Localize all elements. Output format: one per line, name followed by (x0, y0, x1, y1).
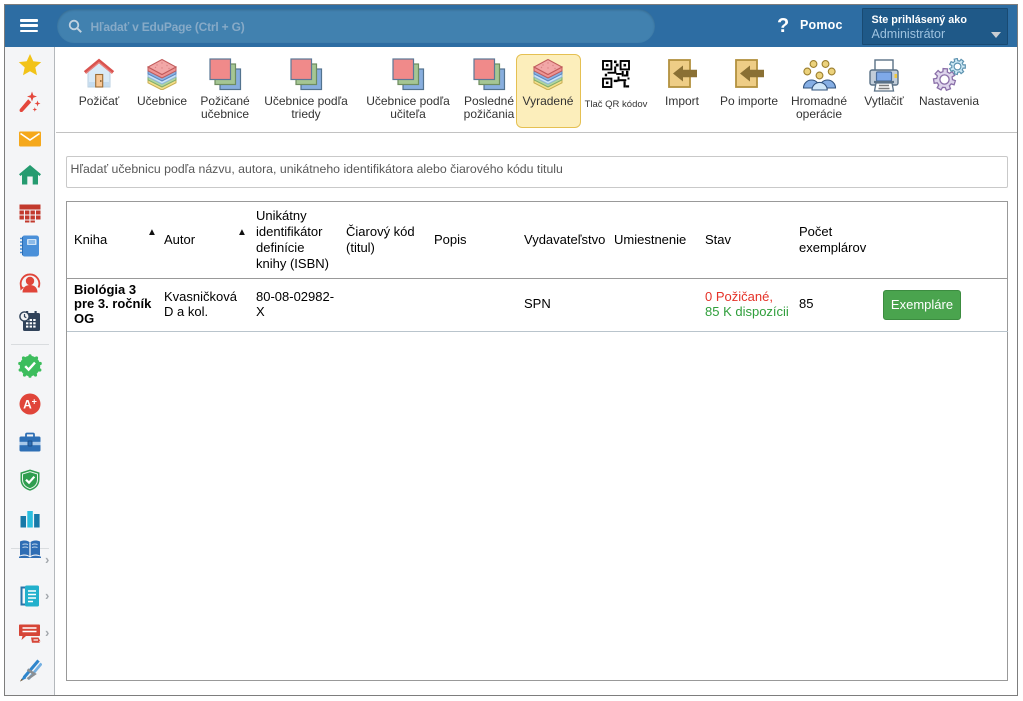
svg-text:+: + (32, 397, 37, 407)
